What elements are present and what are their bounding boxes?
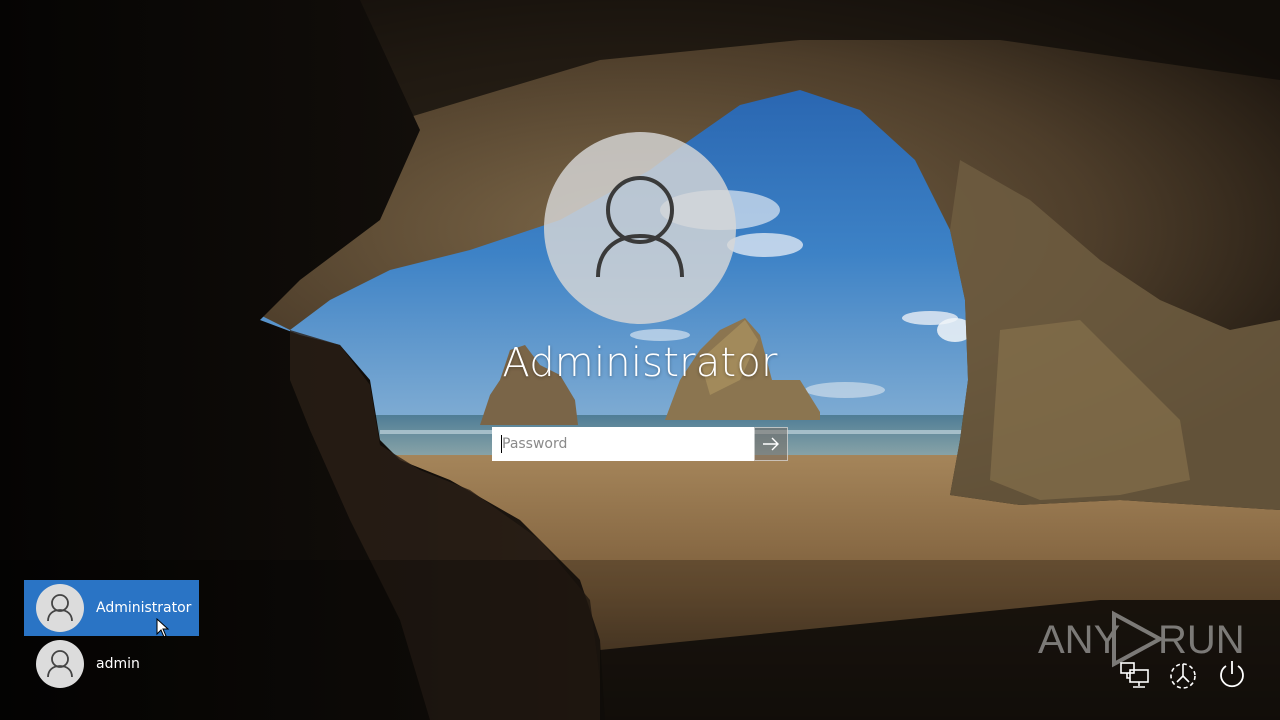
user-icon bbox=[596, 176, 684, 278]
password-box bbox=[492, 427, 788, 461]
user-icon bbox=[47, 650, 73, 678]
watermark-right: RUN bbox=[1158, 618, 1245, 662]
network-icon bbox=[1120, 662, 1149, 688]
ease-of-access-button[interactable] bbox=[1166, 658, 1200, 692]
user-item-label: admin bbox=[96, 656, 140, 672]
user-avatar bbox=[36, 584, 84, 632]
user-list: Administrator admin bbox=[24, 580, 199, 692]
arrow-right-icon bbox=[763, 437, 779, 451]
lock-screen: Administrator Administrator admin ANY RU… bbox=[0, 0, 1280, 720]
password-input[interactable] bbox=[492, 427, 754, 461]
network-button[interactable] bbox=[1118, 658, 1152, 692]
power-icon bbox=[1220, 661, 1244, 688]
mouse-cursor bbox=[156, 618, 170, 638]
user-item-admin[interactable]: admin bbox=[24, 636, 199, 692]
user-avatar-large bbox=[544, 132, 736, 324]
login-username: Administrator bbox=[502, 340, 778, 386]
submit-button[interactable] bbox=[754, 427, 788, 461]
user-item-label: Administrator bbox=[96, 600, 192, 616]
watermark-left: ANY bbox=[1038, 618, 1121, 662]
user-avatar bbox=[36, 640, 84, 688]
text-caret bbox=[501, 435, 502, 453]
ease-of-access-icon bbox=[1170, 663, 1196, 689]
user-item-administrator[interactable]: Administrator bbox=[24, 580, 199, 636]
power-button[interactable] bbox=[1215, 658, 1249, 692]
user-icon bbox=[47, 594, 73, 622]
